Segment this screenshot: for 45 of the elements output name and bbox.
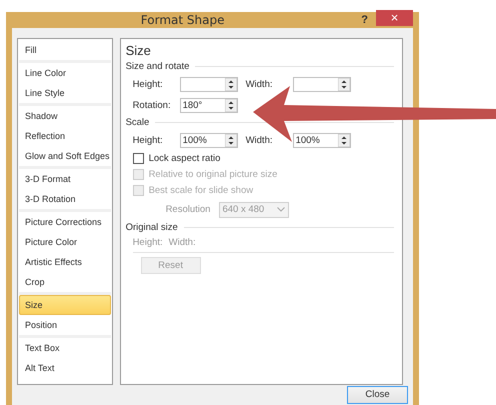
spin-arrows-icon[interactable] xyxy=(224,98,237,112)
height-spinner[interactable]: 100% xyxy=(180,132,238,148)
sidebar-item[interactable]: Picture Corrections xyxy=(19,212,111,232)
sidebar-item[interactable]: Reflection xyxy=(19,126,111,146)
section-heading: Size and rotate xyxy=(126,61,190,72)
panel-title: Size xyxy=(126,42,152,58)
window-title: Format Shape xyxy=(140,12,226,27)
field-label: Height: xyxy=(132,134,164,146)
sidebar-item[interactable]: Crop xyxy=(19,272,111,292)
sidebar-item[interactable]: Glow and Soft Edges xyxy=(19,146,111,166)
sidebar-item[interactable]: Position xyxy=(19,314,111,335)
close-button[interactable]: Close xyxy=(347,386,408,404)
field-label: Resolution xyxy=(166,204,210,216)
sidebar-item[interactable]: Line Style xyxy=(19,82,111,103)
help-button[interactable]: ? xyxy=(353,14,376,26)
sidebar-item[interactable]: Fill xyxy=(19,40,111,60)
sidebar-item[interactable]: 3-D Rotation xyxy=(19,188,111,209)
section-heading: Original size xyxy=(126,222,178,234)
rotation-spinner[interactable]: 180° xyxy=(180,98,238,113)
spin-arrows-icon[interactable] xyxy=(224,134,237,147)
sidebar-item[interactable]: Alt Text xyxy=(19,358,111,378)
section-heading: Scale xyxy=(126,117,150,128)
sidebar-item[interactable]: Picture Color xyxy=(19,232,111,252)
checkbox-label: Relative to original picture size xyxy=(148,169,278,180)
checkbox-label: Best scale for slide show xyxy=(148,185,254,196)
spin-arrows-icon[interactable] xyxy=(338,134,350,147)
sidebar-item[interactable]: Artistic Effects xyxy=(19,252,111,272)
field-label: Width: xyxy=(246,134,274,146)
checkbox[interactable] xyxy=(132,153,144,164)
sidebar-item[interactable]: 3-D Format xyxy=(19,168,111,189)
checkbox-label: Lock aspect ratio xyxy=(148,153,220,164)
sidebar-item[interactable]: Size xyxy=(19,294,111,315)
width-spinner[interactable]: 100% xyxy=(292,132,351,148)
spin-arrows-icon[interactable] xyxy=(224,78,237,91)
sidebar-item[interactable]: Text Box xyxy=(19,338,111,358)
close-button[interactable]: × xyxy=(376,10,413,26)
spin-arrows-icon[interactable] xyxy=(338,78,350,91)
field-label: Width: xyxy=(246,78,274,90)
chevron-down-icon xyxy=(277,207,286,212)
sidebar-item[interactable]: Shadow xyxy=(19,106,111,126)
field-label: Height: xyxy=(132,237,163,248)
sidebar-item[interactable]: Line Color xyxy=(19,62,111,83)
field-label: Width: xyxy=(168,237,196,248)
field-label: Height: xyxy=(132,78,164,90)
field-label: Rotation: xyxy=(132,100,172,111)
